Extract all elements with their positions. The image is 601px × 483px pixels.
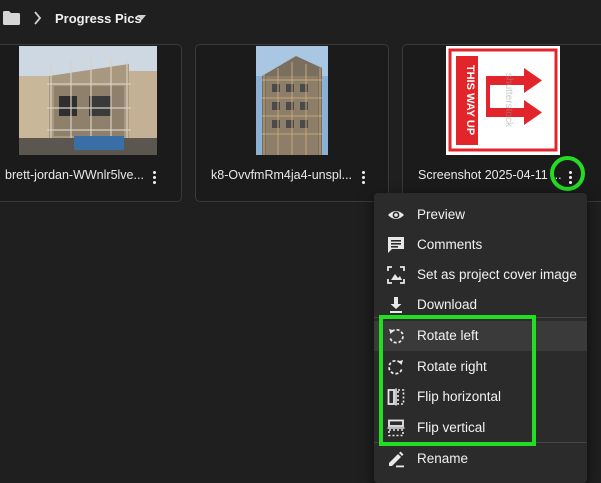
chevron-right-icon (34, 11, 42, 25)
file-card[interactable]: k8-OvvfmRm4ja4-unspl... (195, 44, 389, 202)
svg-text:shutterstock: shutterstock (503, 73, 514, 128)
cover-image-icon (387, 266, 405, 284)
more-vert-icon[interactable] (147, 166, 161, 188)
more-vert-icon[interactable] (356, 166, 370, 188)
file-thumbnail[interactable] (256, 46, 328, 155)
menu-item-preview[interactable]: Preview (374, 200, 587, 230)
svg-text:THIS WAY UP: THIS WAY UP (464, 65, 476, 135)
file-name[interactable]: k8-OvvfmRm4ja4-unspl... (211, 168, 352, 182)
file-thumbnail[interactable] (19, 46, 157, 155)
file-name[interactable]: Screenshot 2025-04-11 ... (418, 168, 562, 182)
file-name[interactable]: brett-jordan-WWnlr5lve... (5, 168, 144, 182)
file-thumbnail[interactable]: THIS WAY UP shutterstock (445, 46, 560, 155)
menu-item-set-cover[interactable]: Set as project cover image (374, 260, 587, 290)
comment-icon (388, 237, 404, 253)
highlight-ring-annotation (550, 156, 585, 191)
menu-item-rename[interactable]: Rename (374, 444, 587, 474)
highlight-box-annotation (379, 315, 536, 446)
caret-down-icon[interactable] (137, 15, 146, 21)
folder-icon[interactable] (3, 11, 20, 25)
download-icon (390, 297, 402, 313)
eye-icon (388, 211, 404, 219)
file-card[interactable]: brett-jordan-WWnlr5lve... (0, 44, 182, 202)
menu-item-comments[interactable]: Comments (374, 230, 587, 260)
rename-icon (389, 451, 404, 468)
breadcrumb-title[interactable]: Progress Pics (55, 11, 142, 26)
